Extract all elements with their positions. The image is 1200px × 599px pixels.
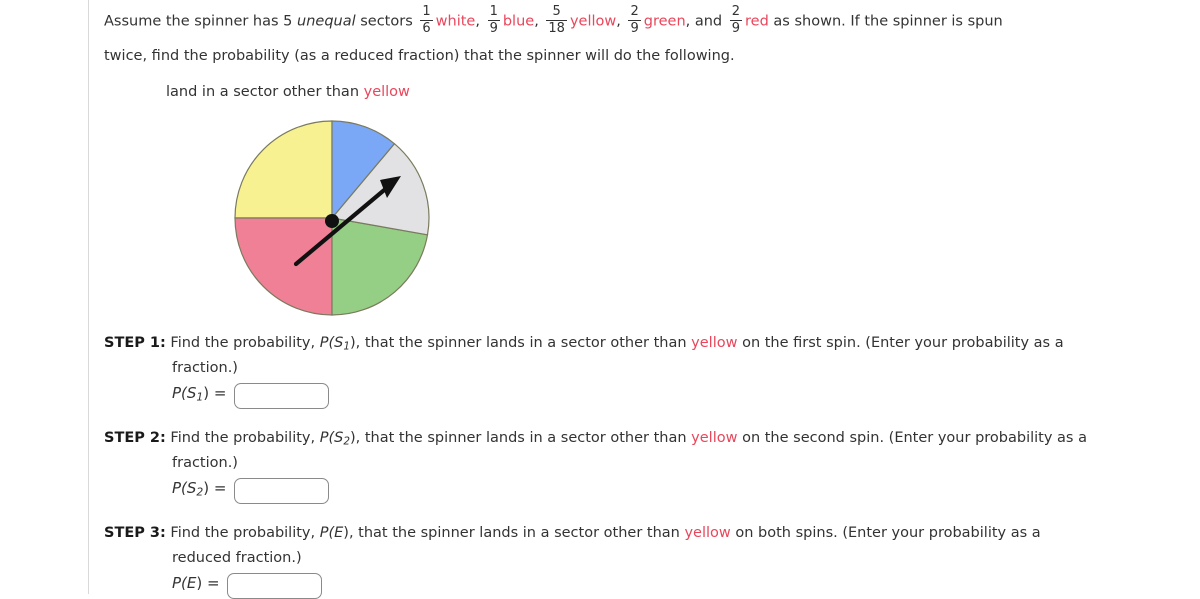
step-3-text-c: on both spins. (Enter your probability a… bbox=[730, 525, 1041, 541]
step-1-answer-row: P(S1) = bbox=[172, 382, 1179, 409]
color-label-white: white bbox=[435, 13, 476, 30]
step-3-label: STEP 3: bbox=[104, 525, 166, 541]
step-1-answer-label: P(S1) = bbox=[172, 383, 227, 408]
step-1-answer-label-tail: ) = bbox=[203, 384, 227, 403]
step-2-text-continued: fraction.) bbox=[172, 454, 238, 471]
step-3-text-a: Find the probability, bbox=[170, 525, 320, 541]
step-1-answer-input[interactable] bbox=[233, 382, 329, 409]
color-label-red: red bbox=[745, 13, 769, 30]
step-3-math-a: P(E bbox=[319, 525, 344, 541]
step-2-answer-input[interactable] bbox=[233, 477, 329, 504]
step-3-color-word: yellow bbox=[684, 525, 731, 541]
intro-sep-2: , bbox=[534, 13, 539, 30]
fraction-green-numerator: 2 bbox=[628, 4, 641, 22]
problem-statement: Assume the spinner has 5 unequal sectors… bbox=[104, 0, 1194, 38]
spinner-pivot bbox=[325, 213, 339, 228]
fraction-yellow-denominator: 18 bbox=[548, 21, 565, 37]
intro-text-part1: Assume the spinner has 5 bbox=[104, 13, 298, 30]
step-2: STEP 2: Find the probability, P(S2), tha… bbox=[104, 428, 1179, 504]
step-2-math-a: P(S bbox=[319, 430, 344, 446]
step-1-text-continued: fraction.) bbox=[172, 359, 238, 376]
intro-sep-4: , and bbox=[685, 13, 723, 30]
step-1-text-b: ), that the spinner lands in a sector ot… bbox=[350, 335, 692, 351]
step-3-answer-label-tail: ) = bbox=[196, 574, 220, 593]
step-2-text-c: on the second spin. (Enter your probabil… bbox=[737, 430, 1087, 446]
step-3-answer-label-main: P(E bbox=[172, 574, 197, 593]
step-2-prompt: STEP 2: Find the probability, P(S2), tha… bbox=[104, 428, 1179, 474]
step-2-answer-label: P(S2) = bbox=[172, 478, 227, 503]
step-3-answer-input[interactable] bbox=[226, 572, 322, 599]
subtask-prefix: land in a sector other than bbox=[166, 83, 364, 100]
fraction-red-numerator: 2 bbox=[729, 4, 743, 22]
color-label-yellow: yellow bbox=[569, 13, 617, 30]
intro-tail-text: as shown. If the spinner is spun bbox=[768, 13, 1003, 30]
step-1: STEP 1: Find the probability, P(S1), tha… bbox=[104, 333, 1179, 409]
step-1-math-sub: 1 bbox=[343, 340, 350, 353]
intro-sep-3: , bbox=[616, 13, 621, 30]
spinner-sector-red bbox=[234, 216, 333, 316]
step-1-text-c: on the first spin. (Enter your probabili… bbox=[737, 335, 1064, 351]
problem-statement-line2: twice, find the probability (as a reduce… bbox=[104, 47, 735, 64]
intro-sep-1: , bbox=[475, 13, 480, 30]
step-2-label: STEP 2: bbox=[104, 430, 166, 446]
fraction-red: 29 bbox=[729, 4, 743, 37]
intro-text-part2: sectors bbox=[355, 13, 413, 30]
subtask-description: land in a sector other than yellow bbox=[166, 84, 1194, 100]
step-2-text-a: Find the probability, bbox=[170, 430, 320, 446]
step-2-color-word: yellow bbox=[691, 430, 738, 446]
fraction-blue-numerator: 1 bbox=[487, 4, 500, 22]
step-3-text-b: ), that the spinner lands in a sector ot… bbox=[343, 525, 685, 541]
step-3-prompt: STEP 3: Find the probability, P(E), that… bbox=[104, 523, 1179, 569]
worksheet-page: Assume the spinner has 5 unequal sectors… bbox=[0, 0, 1200, 599]
step-1-prompt: STEP 1: Find the probability, P(S1), tha… bbox=[104, 333, 1179, 379]
step-1-math-a: P(S bbox=[319, 335, 344, 351]
step-1-label: STEP 1: bbox=[104, 335, 166, 351]
spinner-sector-yellow bbox=[234, 119, 333, 219]
step-1-text-a: Find the probability, bbox=[170, 335, 320, 351]
spinner-svg bbox=[234, 119, 430, 316]
step-1-color-word: yellow bbox=[691, 335, 738, 351]
intro-emphasis-unequal: unequal bbox=[297, 13, 356, 30]
color-label-green: green bbox=[643, 13, 686, 30]
fraction-white-denominator: 6 bbox=[422, 21, 431, 37]
fraction-red-denominator: 9 bbox=[731, 21, 741, 37]
fraction-yellow-numerator: 5 bbox=[546, 4, 567, 22]
fraction-white: 16 bbox=[420, 4, 433, 37]
step-2-answer-label-tail: ) = bbox=[203, 479, 227, 498]
step-3-text-continued: reduced fraction.) bbox=[172, 549, 302, 566]
spinner-figure bbox=[230, 116, 434, 320]
step-2-answer-label-main: P(S bbox=[172, 479, 197, 498]
problem-content: Assume the spinner has 5 unequal sectors… bbox=[104, 0, 1194, 320]
step-3-answer-label: P(E) = bbox=[172, 573, 220, 598]
step-2-text-b: ), that the spinner lands in a sector ot… bbox=[350, 430, 692, 446]
fraction-white-numerator: 1 bbox=[420, 4, 433, 22]
fraction-yellow: 5 18 bbox=[546, 4, 567, 37]
step-3: STEP 3: Find the probability, P(E), that… bbox=[104, 523, 1179, 599]
color-label-blue: blue bbox=[502, 13, 535, 30]
step-1-answer-label-main: P(S bbox=[172, 384, 197, 403]
step-2-answer-row: P(S2) = bbox=[172, 477, 1179, 504]
step-2-math-sub: 2 bbox=[343, 435, 350, 448]
step-3-answer-row: P(E) = bbox=[172, 572, 1179, 599]
fraction-green-denominator: 9 bbox=[630, 21, 639, 37]
fraction-green: 29 bbox=[628, 4, 641, 37]
fraction-blue: 19 bbox=[487, 4, 500, 37]
subtask-color-word: yellow bbox=[363, 83, 410, 100]
fraction-blue-denominator: 9 bbox=[489, 21, 498, 37]
left-margin-rule bbox=[88, 0, 89, 594]
